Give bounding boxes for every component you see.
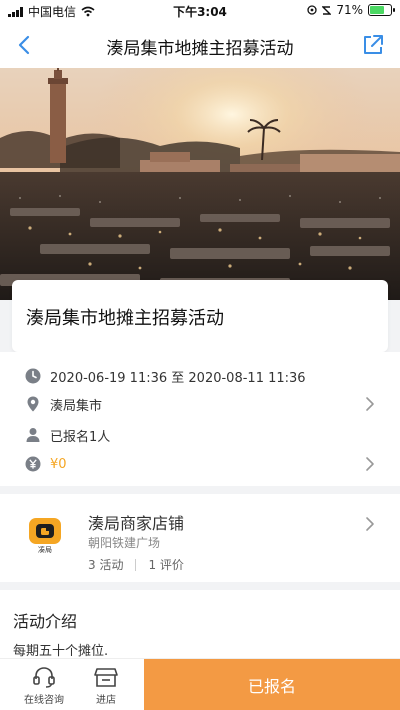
enter-store-button[interactable]: 进店 xyxy=(76,665,136,709)
event-time-range: 2020-06-19 11:36 至 2020-08-11 11:36 xyxy=(50,370,306,386)
chevron-right-icon xyxy=(366,517,374,531)
status-bar: 中国电信 下午3:04 71% xyxy=(0,0,400,22)
bottom-action-bar: 在线咨询 进店 已报名 xyxy=(0,658,400,710)
nav-bar: 湊局集市地摊主招募活动 xyxy=(0,22,400,68)
event-price: ¥0 xyxy=(50,456,67,472)
stats-divider xyxy=(135,558,137,571)
page-title: 湊局集市地摊主招募活动 xyxy=(106,39,294,59)
battery-percent: 71% xyxy=(336,3,363,17)
chevron-right-icon xyxy=(366,457,374,471)
headset-icon xyxy=(33,667,55,688)
event-info-section: 2020-06-19 11:36 至 2020-08-11 11:36 湊局集市… xyxy=(0,352,400,486)
shop-name: 湊局商家店铺 xyxy=(88,514,185,533)
clock-icon xyxy=(25,368,41,384)
store-label: 进店 xyxy=(96,695,116,706)
person-icon xyxy=(26,428,40,442)
online-consult-button[interactable]: 在线咨询 xyxy=(14,665,74,709)
event-location: 湊局集市 xyxy=(50,398,103,414)
shop-address: 朝阳铁建广场 xyxy=(88,536,161,550)
shop-logo-icon: 凑局 xyxy=(29,518,61,554)
chevron-right-icon xyxy=(366,397,374,411)
intro-heading: 活动介绍 xyxy=(13,612,78,631)
alarm-icon xyxy=(322,5,332,15)
shop-reviews-count: 1 评价 xyxy=(148,558,184,572)
shop-activities-count: 3 活动 xyxy=(88,558,124,572)
battery-fill xyxy=(370,6,385,14)
store-icon xyxy=(94,668,118,687)
event-location-row[interactable]: 湊局集市 xyxy=(0,388,400,420)
registered-button[interactable]: 已报名 xyxy=(144,659,400,710)
consult-label: 在线咨询 xyxy=(24,695,64,706)
event-title: 湊局集市地摊主招募活动 xyxy=(26,308,224,329)
market-scene-illustration xyxy=(0,68,400,300)
shop-stats: 3 活动 1 评价 xyxy=(88,556,184,573)
shop-logo-text: 凑局 xyxy=(38,545,52,554)
intro-text: 每期五十个摊位. xyxy=(13,644,109,659)
shop-card[interactable]: 凑局 湊局商家店铺 朝阳铁建广场 3 活动 1 评价 xyxy=(0,494,400,582)
yen-icon xyxy=(25,456,41,472)
map-pin-icon xyxy=(27,396,39,412)
event-signup-row: 已报名1人 xyxy=(0,419,400,451)
event-title-card: 湊局集市地摊主招募活动 xyxy=(12,280,388,352)
status-right: 71% xyxy=(307,3,395,17)
event-cover-image xyxy=(0,68,400,300)
share-icon[interactable] xyxy=(360,32,386,58)
event-price-row[interactable]: ¥0 xyxy=(0,448,400,480)
event-signup-count: 已报名1人 xyxy=(50,429,111,445)
location-icon xyxy=(307,5,317,15)
back-icon[interactable] xyxy=(12,32,38,58)
battery-icon xyxy=(368,4,395,16)
